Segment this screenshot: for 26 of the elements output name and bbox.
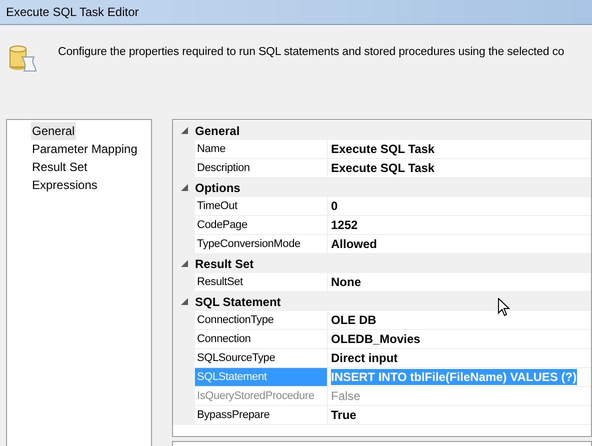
property-name[interactable]: TimeOut [195, 197, 328, 216]
category-label: SQL Statement [195, 294, 281, 310]
property-value[interactable]: 0 [331, 198, 338, 214]
property-name[interactable]: ConnectionType [195, 311, 328, 330]
property-value[interactable]: Allowed [331, 236, 378, 252]
property-value[interactable]: True [331, 407, 356, 423]
property-name[interactable]: TypeConversionMode [195, 235, 328, 254]
property-value[interactable]: OLE DB [331, 312, 376, 328]
sidebar-item[interactable]: General [31, 122, 76, 140]
sidebar-item[interactable]: Expressions [31, 176, 98, 194]
property-name[interactable]: SQLSourceType [195, 349, 328, 368]
property-name[interactable]: ResultSet [195, 273, 328, 292]
property-name[interactable]: Name [195, 140, 328, 159]
property-name[interactable]: CodePage [195, 216, 328, 235]
property-value[interactable]: None [331, 274, 361, 290]
category-label: Result Set [195, 256, 254, 272]
sidebar-item[interactable]: Parameter Mapping [31, 140, 138, 158]
property-value[interactable]: 1252 [331, 217, 358, 233]
window-title: Execute SQL Task Editor [6, 4, 139, 21]
property-name[interactable]: Description [195, 159, 328, 178]
header-description: Configure the properties required to run SQL statements and stored procedures using the selected co [58, 45, 564, 60]
sidebar-item[interactable]: Result Set [31, 158, 88, 176]
property-name[interactable]: BypassPrepare [195, 406, 328, 425]
property-name[interactable]: Connection [195, 330, 328, 349]
category-label: General [195, 122, 240, 140]
category-label: Options [195, 180, 240, 196]
